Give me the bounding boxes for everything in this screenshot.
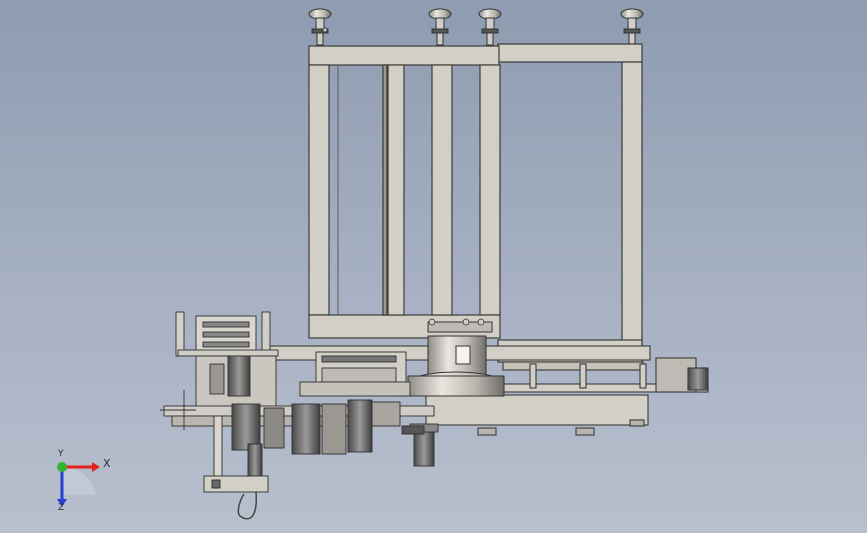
x-axis-label: X	[103, 457, 111, 470]
front-right-post	[479, 64, 501, 316]
main-frame	[308, 43, 643, 363]
orientation-triad[interactable]: X Y Z	[48, 449, 118, 515]
leveling-foot	[620, 8, 644, 46]
front-left-post	[308, 64, 330, 316]
machine-assembly-model[interactable]	[0, 0, 867, 533]
leveling-feet	[308, 8, 644, 46]
z-axis-label: Z	[58, 503, 65, 513]
conveyor-motor	[687, 367, 709, 391]
base-lower-box	[425, 394, 649, 426]
rear-top-beam	[497, 43, 643, 63]
leveling-foot	[478, 8, 502, 46]
leveling-foot	[308, 8, 332, 46]
y-axis-label: Y	[58, 449, 64, 459]
cad-3d-viewport[interactable]: X Y Z	[0, 0, 867, 533]
feeder-mechanism	[160, 311, 439, 520]
front-top-beam	[308, 45, 500, 66]
rear-right-post	[621, 61, 643, 347]
leveling-foot	[428, 8, 452, 46]
y-axis-origin	[57, 462, 67, 472]
inner-post	[431, 64, 453, 316]
inner-post	[387, 64, 405, 316]
